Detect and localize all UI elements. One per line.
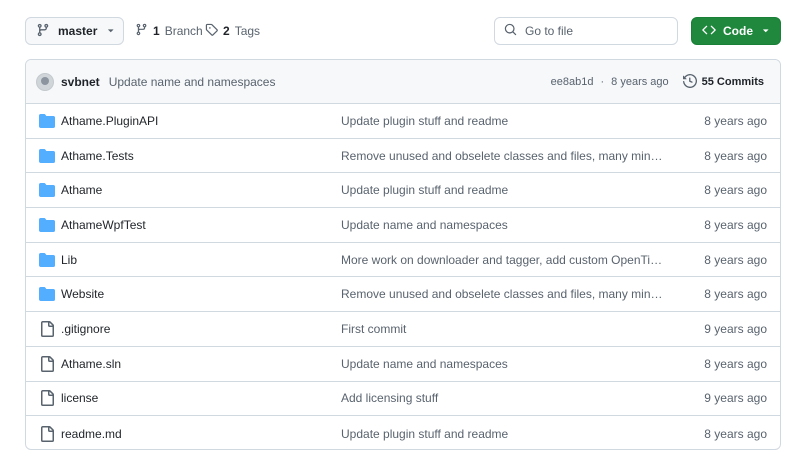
tags-count: 2 (223, 24, 230, 38)
file-name-link[interactable]: Athame.Tests (61, 149, 134, 163)
commit-sha[interactable]: ee8ab1d (551, 76, 594, 88)
file-commit-message-link[interactable]: Remove unused and obselete classes and f… (341, 287, 666, 301)
file-row[interactable]: readme.md Update plugin stuff and readme 8… (26, 416, 780, 449)
tags-link[interactable]: 2 Tags (205, 17, 260, 45)
file-name-link[interactable]: .gitignore (61, 322, 110, 336)
branches-link[interactable]: 1 Branch (135, 17, 203, 45)
file-name-link[interactable]: Athame (61, 183, 102, 197)
commit-author[interactable]: svbnet (61, 75, 100, 89)
go-to-file-search[interactable] (494, 17, 678, 45)
file-row[interactable]: Website Remove unused and obselete classe… (26, 277, 780, 313)
tag-icon (205, 23, 218, 39)
commit-meta: ee8ab1d · 8 years ago 55 Commits (551, 60, 764, 104)
file-name-link[interactable]: Athame.sln (61, 357, 121, 371)
repo-toolbar: master 1 Branch 2 Tags Code (0, 0, 800, 58)
code-button[interactable]: Code (691, 17, 781, 45)
file-name-link[interactable]: AthameWpfTest (61, 218, 146, 232)
file-row[interactable]: Athame.Tests Remove unused and obselete c… (26, 139, 780, 174)
file-list-box: svbnet Update name and namespaces ee8ab1… (25, 59, 781, 450)
file-commit-message-link[interactable]: Update name and namespaces (341, 218, 666, 232)
commit-age: 8 years ago (611, 76, 669, 88)
file-commit-message-link[interactable]: Add licensing stuff (341, 391, 666, 405)
branch-name: master (58, 24, 98, 38)
file-row[interactable]: Athame.sln Update name and namespaces 8 ye… (26, 347, 780, 382)
file-commit-message-link[interactable]: Update plugin stuff and readme (341, 114, 666, 128)
history-icon (682, 73, 697, 91)
file-row[interactable]: .gitignore First commit 9 years ago (26, 312, 780, 347)
file-commit-age: 9 years ago (704, 391, 767, 406)
git-branch-icon (36, 23, 50, 40)
folder-icon (39, 182, 55, 198)
file-icon (39, 390, 55, 407)
commits-history-link[interactable]: 55 Commits (682, 73, 764, 91)
file-icon (39, 320, 55, 337)
file-name-link[interactable]: Website (61, 287, 104, 301)
code-button-label: Code (723, 24, 753, 38)
file-commit-age: 8 years ago (704, 252, 767, 267)
folder-icon (39, 286, 55, 302)
file-row[interactable]: license Add licensing stuff 9 years ago (26, 382, 780, 417)
file-name-link[interactable]: license (61, 391, 98, 405)
file-commit-message-link[interactable]: Update plugin stuff and readme (341, 427, 666, 441)
branches-count: 1 (153, 24, 160, 38)
folder-icon (39, 217, 55, 233)
file-row[interactable]: AthameWpfTest Update name and namespaces 8… (26, 208, 780, 243)
file-icon (39, 355, 55, 372)
branches-label: Branch (164, 24, 203, 38)
file-commit-age: 8 years ago (704, 217, 767, 232)
latest-commit-bar: svbnet Update name and namespaces ee8ab1… (26, 60, 780, 104)
folder-icon (39, 148, 55, 164)
file-commit-age: 8 years ago (704, 287, 767, 302)
triangle-down-icon (760, 24, 770, 38)
file-commit-message-link[interactable]: Update name and namespaces (341, 357, 666, 371)
tags-label: Tags (234, 24, 261, 38)
search-input[interactable] (525, 24, 668, 38)
file-name-link[interactable]: readme.md (61, 427, 122, 441)
commit-meta-separator: · (600, 76, 605, 88)
file-commit-age: 8 years ago (704, 113, 767, 128)
file-commit-message-link[interactable]: First commit (341, 322, 666, 336)
avatar[interactable] (36, 72, 54, 91)
search-icon (504, 23, 517, 39)
file-commit-age: 8 years ago (704, 183, 767, 198)
triangle-down-icon (105, 24, 115, 38)
file-commit-message-link[interactable]: Remove unused and obselete classes and f… (341, 149, 666, 163)
file-commit-age: 8 years ago (704, 426, 767, 441)
file-commit-age: 8 years ago (704, 356, 767, 371)
file-rows: Athame.PluginAPI Update plugin stuff and … (26, 104, 780, 449)
file-name-link[interactable]: Lib (61, 253, 77, 267)
file-row[interactable]: Lib More work on downloader and tagger, a… (26, 243, 780, 278)
code-icon (702, 23, 716, 40)
folder-icon (39, 252, 55, 268)
commits-count: 55 Commits (701, 76, 764, 88)
file-commit-message-link[interactable]: More work on downloader and tagger, add … (341, 253, 666, 267)
file-row[interactable]: Athame Update plugin stuff and readme 8 ye… (26, 173, 780, 209)
commit-message[interactable]: Update name and namespaces (109, 75, 276, 89)
git-branch-icon (135, 23, 148, 39)
file-commit-age: 9 years ago (704, 321, 767, 336)
branch-select-button[interactable]: master (25, 17, 124, 45)
file-row[interactable]: Athame.PluginAPI Update plugin stuff and … (26, 104, 780, 139)
file-commit-message-link[interactable]: Update plugin stuff and readme (341, 183, 666, 197)
file-commit-age: 8 years ago (704, 148, 767, 163)
file-name-link[interactable]: Athame.PluginAPI (61, 114, 158, 128)
folder-icon (39, 113, 55, 129)
file-icon (39, 425, 55, 442)
